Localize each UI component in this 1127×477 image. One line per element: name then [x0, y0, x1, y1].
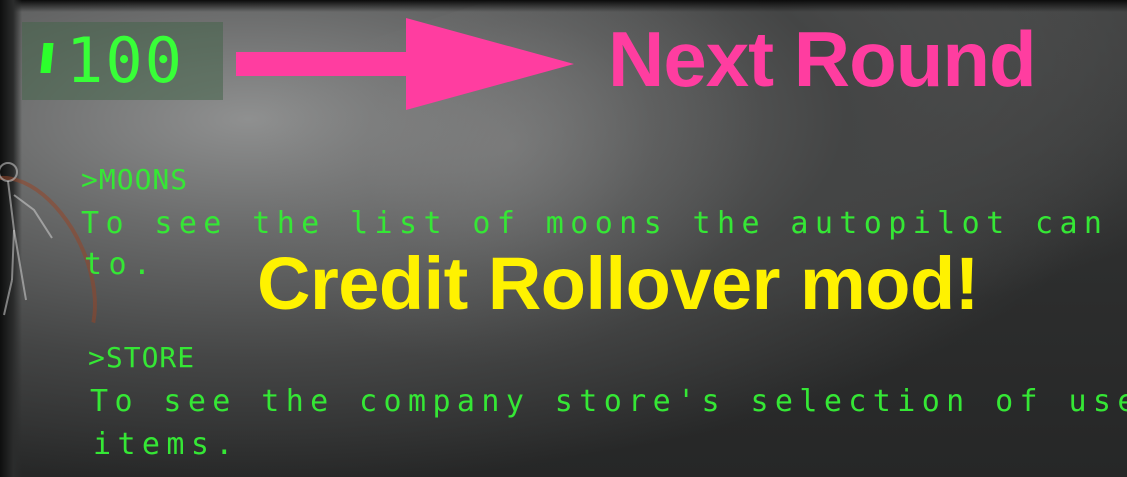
store-command: >STORE [88, 341, 196, 374]
screen-top-shadow [0, 0, 1127, 12]
store-description-line2: items. [93, 427, 240, 462]
moons-command: >MOONS [81, 163, 189, 196]
credits-icon [40, 43, 54, 73]
moons-description-line1: To see the list of moons the autopilot c… [81, 206, 1127, 241]
figure-sketch-icon [0, 162, 53, 316]
arrow-right-icon [236, 18, 574, 110]
credits-value: 100 [66, 24, 184, 97]
moons-description-line2: to. [84, 247, 158, 282]
store-description-line1: To see the company store's selection of … [90, 384, 1127, 419]
mod-title: Credit Rollover mod! [257, 242, 979, 325]
next-round-label: Next Round [608, 15, 1037, 103]
game-terminal-scene: 100 Next Round >MOONS To see the list of… [0, 0, 1127, 477]
credits-display: 100 [22, 22, 223, 100]
